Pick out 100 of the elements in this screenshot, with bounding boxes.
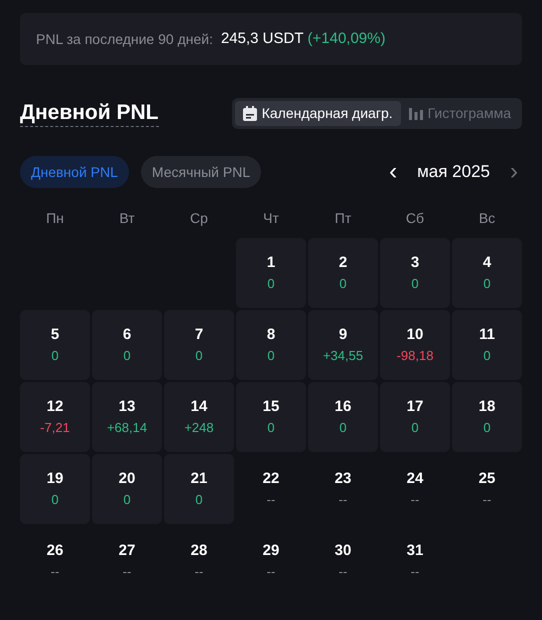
- day-pnl: 0: [123, 492, 131, 508]
- weekday-label: Вс: [478, 209, 496, 228]
- day-cell[interactable]: 10 -98,18: [380, 310, 450, 380]
- day-pnl: 0: [483, 348, 491, 364]
- view-tab[interactable]: Календарная диагр.: [234, 101, 401, 126]
- day-pnl: 0: [339, 420, 347, 436]
- summary-label: PNL за последние 90 дней:: [36, 30, 213, 49]
- day-pnl: 0: [267, 420, 275, 436]
- day-cell[interactable]: 9 +34,55: [308, 310, 378, 380]
- day-pnl: 0: [411, 420, 419, 436]
- day-pnl: 0: [339, 276, 347, 292]
- weekday-label: Чт: [262, 209, 280, 228]
- day-pnl: 0: [195, 348, 203, 364]
- day-pnl: +68,14: [106, 420, 148, 436]
- day-pnl: --: [266, 564, 276, 580]
- day-pnl: 0: [483, 420, 491, 436]
- day-pnl: --: [50, 564, 60, 580]
- day-cell[interactable]: 30 --: [308, 526, 378, 596]
- day-cell[interactable]: 27 --: [92, 526, 162, 596]
- day-pnl: 0: [267, 348, 275, 364]
- day-cell[interactable]: 15 0: [236, 382, 306, 452]
- day-pnl: --: [410, 564, 420, 580]
- summary-amount: 245,3 USDT: [220, 28, 304, 49]
- day-cell[interactable]: 20 0: [92, 454, 162, 524]
- day-pnl: 0: [123, 348, 131, 364]
- day-cell[interactable]: 18 0: [452, 382, 522, 452]
- day-cell[interactable]: 24 --: [380, 454, 450, 524]
- period-tab[interactable]: Месячный PNL: [140, 156, 262, 188]
- day-cell[interactable]: 14 +248: [164, 382, 234, 452]
- day-number: 11: [479, 326, 495, 344]
- day-cell[interactable]: 26 --: [20, 526, 90, 596]
- day-cell[interactable]: 8 0: [236, 310, 306, 380]
- day-cell[interactable]: 31 --: [380, 526, 450, 596]
- weekday-label: Пн: [45, 209, 65, 228]
- day-pnl: --: [410, 492, 420, 508]
- calendar-icon: [242, 106, 257, 121]
- day-cell[interactable]: 1 0: [236, 238, 306, 308]
- day-cell[interactable]: 25 --: [452, 454, 522, 524]
- day-pnl: 0: [51, 492, 59, 508]
- day-cell[interactable]: 22 --: [236, 454, 306, 524]
- day-number: 13: [118, 398, 136, 416]
- period-tab[interactable]: Дневной PNL: [20, 156, 129, 188]
- day-pnl: --: [482, 492, 492, 508]
- weekday-label: Пт: [334, 209, 352, 228]
- day-number: 26: [46, 542, 64, 560]
- weekday-label: Вт: [118, 209, 136, 228]
- day-cell[interactable]: 11 0: [452, 310, 522, 380]
- previous-month-button[interactable]: ‹: [385, 160, 402, 184]
- day-cell[interactable]: 29 --: [236, 526, 306, 596]
- day-number: 20: [118, 470, 136, 488]
- day-number: 8: [266, 326, 276, 344]
- bar-chart-icon: [408, 107, 423, 120]
- day-number: 4: [482, 254, 492, 272]
- day-number: 10: [406, 326, 424, 344]
- day-number: 15: [262, 398, 280, 416]
- day-cell[interactable]: 7 0: [164, 310, 234, 380]
- next-month-button[interactable]: ›: [506, 160, 522, 184]
- day-pnl: +34,55: [322, 348, 364, 364]
- day-number: 3: [410, 254, 420, 272]
- day-number: 18: [478, 398, 496, 416]
- day-number: 1: [266, 254, 276, 272]
- day-number: 14: [190, 398, 208, 416]
- day-pnl: 0: [411, 276, 419, 292]
- day-cell[interactable]: 13 +68,14: [92, 382, 162, 452]
- day-pnl: --: [122, 564, 132, 580]
- day-pnl: --: [194, 564, 204, 580]
- day-number: 29: [262, 542, 280, 560]
- day-cell[interactable]: 28 --: [164, 526, 234, 596]
- day-number: 19: [46, 470, 64, 488]
- day-number: 23: [334, 470, 352, 488]
- day-pnl: --: [338, 564, 348, 580]
- day-number: 5: [50, 326, 60, 344]
- day-number: 24: [406, 470, 424, 488]
- weekday-label: Сб: [404, 209, 426, 228]
- day-cell[interactable]: 16 0: [308, 382, 378, 452]
- day-number: 25: [478, 470, 496, 488]
- day-cell[interactable]: 17 0: [380, 382, 450, 452]
- month-label: мая 2025: [417, 161, 490, 184]
- day-number: 21: [190, 470, 208, 488]
- day-cell[interactable]: 2 0: [308, 238, 378, 308]
- day-pnl: 0: [483, 276, 491, 292]
- weekday-label: Ср: [189, 209, 209, 228]
- day-cell[interactable]: 19 0: [20, 454, 90, 524]
- day-pnl: -98,18: [396, 348, 434, 364]
- section-title: Дневной PNL: [20, 100, 158, 127]
- day-number: 22: [262, 470, 280, 488]
- day-cell[interactable]: 23 --: [308, 454, 378, 524]
- day-number: 16: [334, 398, 352, 416]
- day-cell[interactable]: 21 0: [164, 454, 234, 524]
- day-cell[interactable]: 4 0: [452, 238, 522, 308]
- day-cell[interactable]: 3 0: [380, 238, 450, 308]
- day-pnl: 0: [195, 492, 203, 508]
- day-number: 7: [194, 326, 204, 344]
- day-number: 30: [334, 542, 352, 560]
- day-cell[interactable]: 5 0: [20, 310, 90, 380]
- day-pnl: --: [338, 492, 348, 508]
- day-cell[interactable]: 6 0: [92, 310, 162, 380]
- day-number: 12: [46, 398, 64, 416]
- day-cell[interactable]: 12 -7,21: [20, 382, 90, 452]
- day-number: 27: [118, 542, 136, 560]
